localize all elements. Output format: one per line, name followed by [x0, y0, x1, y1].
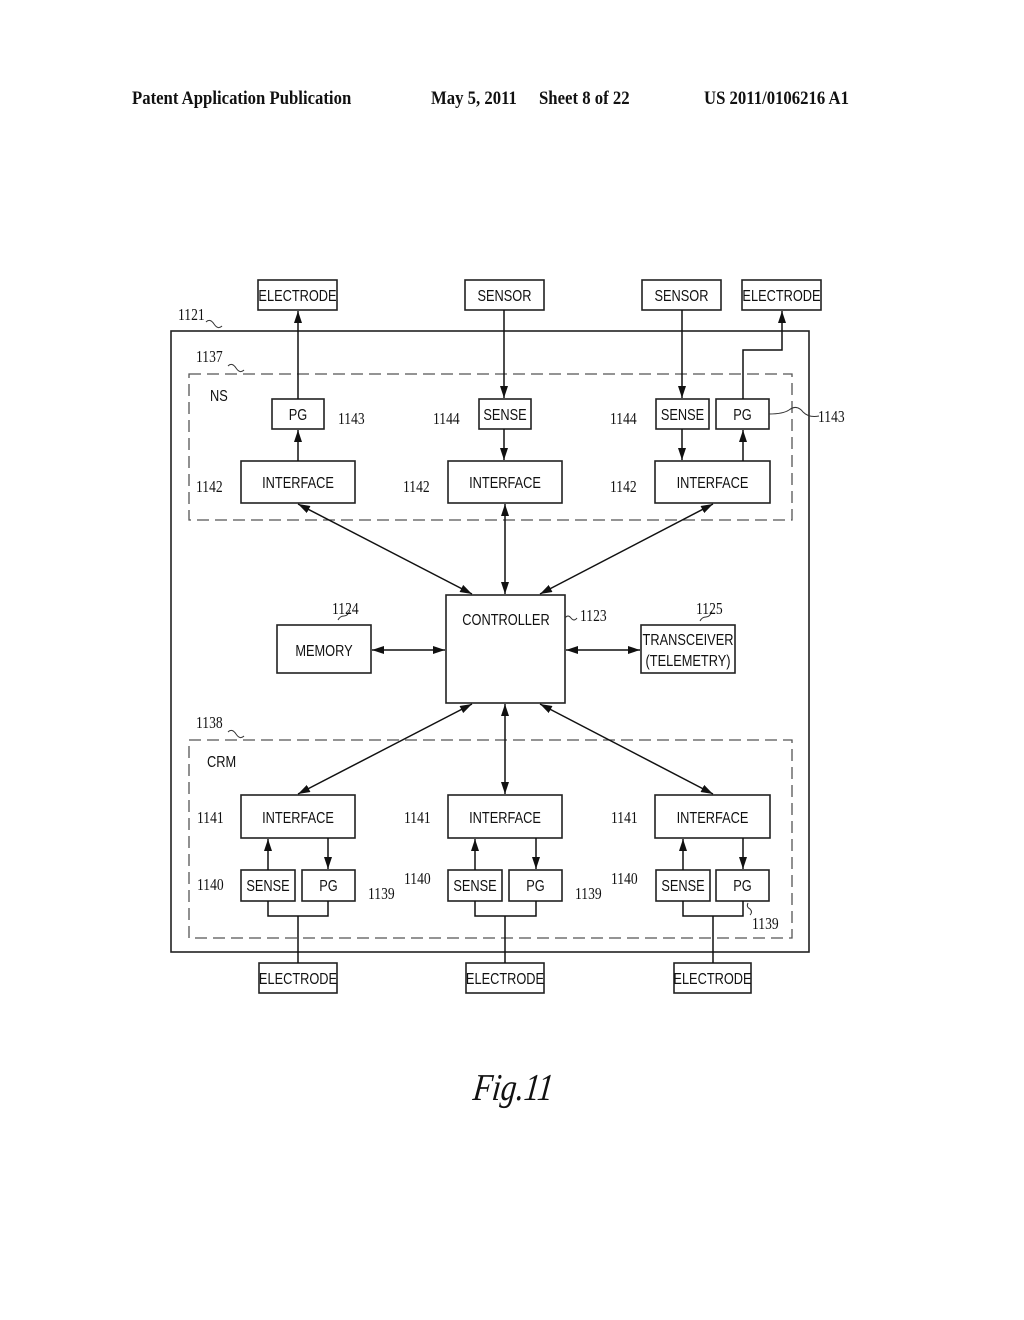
ref-1140-2: 1140: [404, 870, 431, 889]
ref-1123: 1123: [580, 607, 607, 626]
ref-1140-3: 1140: [611, 870, 638, 889]
ns-sensor-2-label: SENSOR: [478, 288, 532, 306]
ref-1125: 1125: [696, 600, 723, 619]
ns-group-boundary: [188, 373, 793, 521]
ref-1141-2: 1141: [404, 809, 431, 828]
ref-1139-1: 1139: [368, 885, 395, 904]
crm-electrode-3-label: ELECTRODE: [673, 971, 751, 989]
ref-1121: 1121: [178, 306, 205, 325]
ref-1137: 1137: [196, 348, 223, 367]
ref-1141-1: 1141: [197, 809, 224, 828]
ns-interface-3-label: INTERFACE: [677, 475, 749, 493]
crm-interface-1-label: INTERFACE: [262, 810, 334, 828]
ns-interface-2-label: INTERFACE: [469, 475, 541, 493]
ns-sensor-3-label: SENSOR: [655, 288, 709, 306]
crm-electrode-1-label: ELECTRODE: [259, 971, 337, 989]
ref-1139-2: 1139: [575, 885, 602, 904]
ref-1142-right: 1142: [610, 478, 637, 497]
transceiver-label-line2: (TELEMETRY): [646, 653, 731, 671]
crm-interface-2-label: INTERFACE: [469, 810, 541, 828]
ref-1140-1: 1140: [197, 876, 224, 895]
ref-1124: 1124: [332, 600, 359, 619]
crm-channel-1-electrode-lead: [267, 901, 329, 963]
ns-pg-3-label: PG: [733, 407, 751, 425]
ref-1143-right: 1143: [818, 408, 845, 427]
ref-1142-mid: 1142: [403, 478, 430, 497]
crm-sense-2-label: SENSE: [453, 878, 497, 896]
crm-sense-1-label: SENSE: [246, 878, 290, 896]
ref-1139-3: 1139: [752, 915, 779, 934]
crm-pg-2-label: PG: [526, 878, 544, 896]
figure-label: Fig.11: [471, 1067, 556, 1109]
block-diagram: 1121 1137 NS ELECTRODE SENSOR SENSOR ELE…: [170, 279, 845, 994]
crm-pg-1-label: PG: [319, 878, 337, 896]
leader-1121: [205, 319, 223, 329]
crm-group-boundary: [188, 739, 793, 939]
leader-1137: [227, 363, 245, 373]
crm-interface-1-controller-link: [297, 703, 473, 795]
transceiver-label-line1: TRANSCEIVER: [643, 632, 734, 650]
crm-interface-3-controller-link: [539, 703, 714, 795]
crm-interface-3-label: INTERFACE: [677, 810, 749, 828]
leader-1139-right: [746, 902, 752, 916]
ns-interface-1-controller-link: [297, 503, 473, 595]
leader-1123: [564, 615, 578, 621]
ref-1141-3: 1141: [611, 809, 638, 828]
ref-1144-right: 1144: [610, 410, 637, 429]
ref-1144-mid: 1144: [433, 410, 460, 429]
controller-label: CONTROLLER: [462, 612, 549, 630]
ns-group-label: NS: [210, 388, 228, 406]
crm-electrode-2-label: ELECTRODE: [466, 971, 544, 989]
leader-1138: [227, 729, 245, 739]
crm-channel-2-electrode-lead: [474, 901, 537, 963]
memory-label: MEMORY: [295, 643, 353, 661]
ns-interface-1-label: INTERFACE: [262, 475, 334, 493]
crm-group-label: CRM: [207, 754, 236, 772]
ref-1143-left: 1143: [338, 410, 365, 429]
ns-interface-3-controller-link: [539, 503, 714, 595]
ns-electrode-3-label: ELECTRODE: [742, 288, 820, 306]
ns-electrode-1-label: ELECTRODE: [258, 288, 336, 306]
ns-sense-2-label: SENSE: [483, 407, 527, 425]
ns-pg-1-label: PG: [289, 407, 307, 425]
leader-1143-right: [768, 406, 820, 417]
ref-1138: 1138: [196, 714, 223, 733]
ns-pg-3-to-electrode-arrow: [742, 311, 786, 399]
ref-1142-left: 1142: [196, 478, 223, 497]
crm-pg-3-label: PG: [733, 878, 751, 896]
ns-sense-3-label: SENSE: [661, 407, 705, 425]
crm-sense-3-label: SENSE: [661, 878, 705, 896]
crm-channel-3-electrode-lead: [682, 901, 744, 963]
